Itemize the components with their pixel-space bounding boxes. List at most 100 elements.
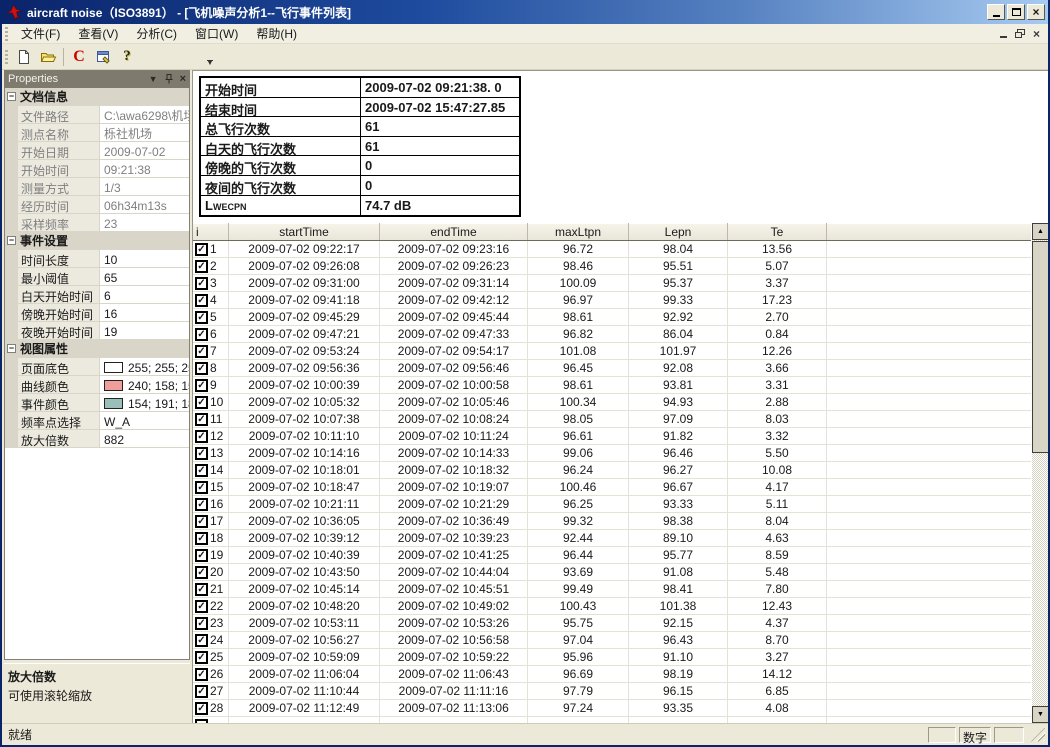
table-row[interactable]: ✓242009-07-02 10:56:272009-07-02 10:56:5… xyxy=(193,632,1031,649)
property-row[interactable]: 文件路径C:\awa6298\机场 xyxy=(5,106,189,124)
row-checkbox[interactable]: ✓ xyxy=(195,396,208,409)
property-row[interactable]: 曲线颜色240; 158; 15 xyxy=(5,376,189,394)
row-checkbox[interactable]: ✓ xyxy=(195,600,208,613)
property-row[interactable]: 白天开始时间6 xyxy=(5,286,189,304)
close-button[interactable]: × xyxy=(1027,4,1045,20)
row-checkbox[interactable]: ✓ xyxy=(195,362,208,375)
properties-button[interactable] xyxy=(91,46,115,68)
row-checkbox[interactable]: ✓ xyxy=(195,413,208,426)
row-checkbox[interactable] xyxy=(195,719,208,724)
property-row[interactable]: 傍晚开始时间16 xyxy=(5,304,189,322)
row-checkbox[interactable]: ✓ xyxy=(195,566,208,579)
property-row[interactable]: 频率点选择W_A xyxy=(5,412,189,430)
table-row[interactable]: ✓222009-07-02 10:48:202009-07-02 10:49:0… xyxy=(193,598,1031,615)
table-row[interactable]: ✓282009-07-02 11:12:492009-07-02 11:13:0… xyxy=(193,700,1031,717)
table-row[interactable]: ✓262009-07-02 11:06:042009-07-02 11:06:4… xyxy=(193,666,1031,683)
property-value[interactable]: 10 xyxy=(100,250,189,267)
menubar-grip[interactable] xyxy=(5,27,8,41)
table-row[interactable]: ✓142009-07-02 10:18:012009-07-02 10:18:3… xyxy=(193,462,1031,479)
property-row[interactable]: 事件颜色154; 191; 18 xyxy=(5,394,189,412)
table-row[interactable]: ✓272009-07-02 11:10:442009-07-02 11:11:1… xyxy=(193,683,1031,700)
vertical-scrollbar[interactable]: ▲ ▼ xyxy=(1031,223,1048,723)
table-row[interactable]: ✓212009-07-02 10:45:142009-07-02 10:45:5… xyxy=(193,581,1031,598)
table-row[interactable]: ✓252009-07-02 10:59:092009-07-02 10:59:2… xyxy=(193,649,1031,666)
mdi-minimize-button[interactable] xyxy=(1000,29,1007,38)
table-row[interactable]: ✓92009-07-02 10:00:392009-07-02 10:00:58… xyxy=(193,377,1031,394)
menu-item-1[interactable]: 查看(V) xyxy=(69,23,127,44)
collapse-icon[interactable]: − xyxy=(7,236,16,245)
property-value[interactable]: 06h34m13s xyxy=(100,196,189,213)
table-row[interactable]: ✓132009-07-02 10:14:162009-07-02 10:14:3… xyxy=(193,445,1031,462)
property-value[interactable]: 2009-07-02 xyxy=(100,142,189,159)
row-checkbox[interactable]: ✓ xyxy=(195,583,208,596)
scroll-thumb[interactable] xyxy=(1032,241,1048,453)
row-checkbox[interactable]: ✓ xyxy=(195,634,208,647)
row-checkbox[interactable]: ✓ xyxy=(195,243,208,256)
table-row[interactable]: ✓12009-07-02 09:22:172009-07-02 09:23:16… xyxy=(193,241,1031,258)
row-checkbox[interactable]: ✓ xyxy=(195,685,208,698)
row-checkbox[interactable]: ✓ xyxy=(195,430,208,443)
c-weighting-button[interactable]: C xyxy=(67,46,91,68)
table-row[interactable]: ✓32009-07-02 09:31:002009-07-02 09:31:14… xyxy=(193,275,1031,292)
property-value[interactable]: 240; 158; 15 xyxy=(100,376,189,393)
row-checkbox[interactable]: ✓ xyxy=(195,702,208,715)
table-row[interactable]: ✓152009-07-02 10:18:472009-07-02 10:19:0… xyxy=(193,479,1031,496)
property-value[interactable]: 154; 191; 18 xyxy=(100,394,189,411)
table-row[interactable]: ✓172009-07-02 10:36:052009-07-02 10:36:4… xyxy=(193,513,1031,530)
property-row[interactable]: 页面底色255; 255; 25 xyxy=(5,358,189,376)
column-header-Lepn[interactable]: Lepn xyxy=(629,223,728,240)
open-file-button[interactable] xyxy=(36,46,60,68)
table-row[interactable]: ✓192009-07-02 10:40:392009-07-02 10:41:2… xyxy=(193,547,1031,564)
help-button[interactable]: ? xyxy=(115,46,139,68)
property-value[interactable]: 6 xyxy=(100,286,189,303)
panel-close-icon[interactable]: × xyxy=(180,73,186,85)
row-checkbox[interactable]: ✓ xyxy=(195,345,208,358)
property-row[interactable]: 夜晚开始时间19 xyxy=(5,322,189,340)
maximize-button[interactable] xyxy=(1007,4,1025,20)
table-row[interactable]: ✓122009-07-02 10:11:102009-07-02 10:11:2… xyxy=(193,428,1031,445)
table-row[interactable]: ✓82009-07-02 09:56:362009-07-02 09:56:46… xyxy=(193,360,1031,377)
column-header-i[interactable]: i xyxy=(193,223,229,240)
table-row[interactable]: ✓232009-07-02 10:53:112009-07-02 10:53:2… xyxy=(193,615,1031,632)
table-row[interactable]: ✓22009-07-02 09:26:082009-07-02 09:26:23… xyxy=(193,258,1031,275)
table-row[interactable]: ✓162009-07-02 10:21:112009-07-02 10:21:2… xyxy=(193,496,1031,513)
table-row[interactable]: ✓52009-07-02 09:45:292009-07-02 09:45:44… xyxy=(193,309,1031,326)
property-row[interactable]: 测点名称栎社机场 xyxy=(5,124,189,142)
property-row[interactable]: 开始日期2009-07-02 xyxy=(5,142,189,160)
table-row[interactable]: ✓72009-07-02 09:53:242009-07-02 09:54:17… xyxy=(193,343,1031,360)
property-row[interactable]: 最小阈值65 xyxy=(5,268,189,286)
property-value[interactable]: 882 xyxy=(100,430,189,447)
table-row[interactable]: ✓182009-07-02 10:39:122009-07-02 10:39:2… xyxy=(193,530,1031,547)
mdi-restore-button[interactable] xyxy=(1015,29,1025,38)
row-checkbox[interactable]: ✓ xyxy=(195,651,208,664)
property-section-header[interactable]: −文档信息 xyxy=(5,88,189,106)
column-header-endTime[interactable]: endTime xyxy=(380,223,528,240)
property-value[interactable]: 1/3 xyxy=(100,178,189,195)
row-checkbox[interactable]: ✓ xyxy=(195,294,208,307)
row-checkbox[interactable]: ✓ xyxy=(195,379,208,392)
table-row[interactable]: ✓62009-07-02 09:47:212009-07-02 09:47:33… xyxy=(193,326,1031,343)
table-row[interactable]: ✓202009-07-02 10:43:502009-07-02 10:44:0… xyxy=(193,564,1031,581)
property-value[interactable]: 255; 255; 25 xyxy=(100,358,189,375)
property-row[interactable]: 测量方式1/3 xyxy=(5,178,189,196)
column-header-startTime[interactable]: startTime xyxy=(229,223,380,240)
row-checkbox[interactable]: ✓ xyxy=(195,328,208,341)
scroll-up-button[interactable]: ▲ xyxy=(1032,223,1048,240)
table-row[interactable]: ✓42009-07-02 09:41:182009-07-02 09:42:12… xyxy=(193,292,1031,309)
property-value[interactable]: 23 xyxy=(100,214,189,231)
panel-menu-chevron-icon[interactable]: ▼ xyxy=(149,74,158,84)
property-row[interactable]: 采样频率23 xyxy=(5,214,189,232)
row-checkbox[interactable]: ✓ xyxy=(195,515,208,528)
property-value[interactable]: 09:21:38 xyxy=(100,160,189,177)
row-checkbox[interactable]: ✓ xyxy=(195,498,208,511)
property-value[interactable]: 16 xyxy=(100,304,189,321)
property-value[interactable]: W_A xyxy=(100,412,189,429)
table-row[interactable]: ✓112009-07-02 10:07:382009-07-02 10:08:2… xyxy=(193,411,1031,428)
properties-panel-header[interactable]: Properties ▼ × xyxy=(4,70,190,88)
property-section-header[interactable]: −视图属性 xyxy=(5,340,189,358)
property-row[interactable]: 放大倍数882 xyxy=(5,430,189,448)
row-checkbox[interactable]: ✓ xyxy=(195,464,208,477)
menu-item-0[interactable]: 文件(F) xyxy=(12,23,69,44)
row-checkbox[interactable]: ✓ xyxy=(195,277,208,290)
row-checkbox[interactable]: ✓ xyxy=(195,260,208,273)
